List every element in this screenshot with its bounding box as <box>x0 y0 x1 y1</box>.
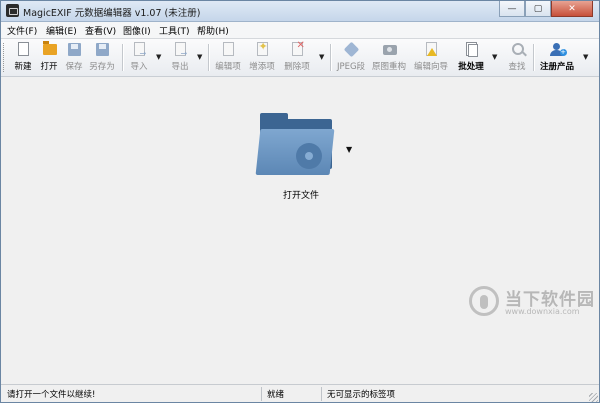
edit-item-icon <box>221 42 236 58</box>
import-dropdown-icon[interactable]: ▼ <box>156 53 161 61</box>
save-as-button[interactable]: 另存为 <box>87 41 117 73</box>
save-as-icon <box>95 42 110 58</box>
export-icon: → <box>173 42 188 58</box>
register-dropdown-icon[interactable]: ▼ <box>583 53 588 61</box>
import-button-label: 导入 <box>130 62 148 72</box>
import-icon: → <box>132 42 147 58</box>
menu-tools[interactable]: 工具(T) <box>159 24 190 37</box>
disc-icon <box>296 143 322 169</box>
batch-button[interactable]: 批处理 <box>456 41 486 73</box>
delete-item-button[interactable]: ✕ 删除项 <box>282 40 312 73</box>
minimize-button[interactable]: — <box>499 1 525 17</box>
maximize-button[interactable]: ▢ <box>525 1 551 17</box>
watermark-logo-icon <box>469 286 499 316</box>
folder-open-icon <box>42 41 57 58</box>
wizard-warning-icon <box>424 42 439 58</box>
window-title: MagicEXIF 元数据编辑器 v1.07 (未注册) <box>23 8 201 19</box>
rebuild-original-button[interactable]: 原图重构 <box>371 41 407 73</box>
add-item-button[interactable]: ✦ 增添项 <box>247 40 277 73</box>
open-button[interactable]: 打开 <box>38 41 60 73</box>
batch-dropdown-icon[interactable]: ▼ <box>492 53 497 61</box>
watermark: 当下软件园 www.downxia.com <box>467 284 599 324</box>
toolbar-separator <box>122 44 124 71</box>
window-controls: — ▢ ✕ <box>499 1 593 18</box>
app-window: MagicEXIF 元数据编辑器 v1.07 (未注册) — ▢ ✕ 文件(F)… <box>0 0 600 403</box>
app-icon <box>6 4 19 17</box>
batch-button-label: 批处理 <box>458 62 484 72</box>
delete-dropdown-icon[interactable]: ▼ <box>319 53 324 61</box>
new-button-label: 新建 <box>14 62 32 72</box>
toolbar: 新建 打开 保存 另存为 → 导入 ▼ → 导出 ▼ 编辑项 ✦ 增添项 ✕ 删… <box>1 39 599 77</box>
export-dropdown-icon[interactable]: ▼ <box>197 53 202 61</box>
resize-grip-icon[interactable] <box>589 393 598 402</box>
add-item-icon: ✦ <box>255 40 270 58</box>
find-button[interactable]: 查找 <box>506 41 528 73</box>
tag-icon <box>343 41 359 58</box>
camera-icon <box>382 42 397 58</box>
status-tags: 无可显示的标签项 <box>327 390 396 400</box>
status-separator <box>261 387 262 401</box>
menu-image[interactable]: 图像(I) <box>123 24 151 37</box>
menu-edit[interactable]: 编辑(E) <box>46 24 77 37</box>
delete-item-button-label: 删除项 <box>284 62 310 72</box>
menu-view[interactable]: 查看(V) <box>85 24 116 37</box>
status-separator <box>321 387 322 401</box>
toolbar-separator <box>330 44 332 71</box>
title-bar[interactable]: MagicEXIF 元数据编辑器 v1.07 (未注册) — ▢ ✕ <box>1 1 599 22</box>
open-file-label[interactable]: 打开文件 <box>263 188 339 201</box>
export-button-label: 导出 <box>171 62 189 72</box>
import-button[interactable]: → 导入 <box>128 41 150 73</box>
open-button-label: 打开 <box>40 62 58 72</box>
watermark-url: www.downxia.com <box>505 307 580 316</box>
status-bar: 请打开一个文件以继续! 就绪 无可显示的标签项 <box>1 384 599 402</box>
save-button[interactable]: 保存 <box>63 41 85 73</box>
edit-wizard-button-label: 编辑向导 <box>413 62 448 72</box>
save-icon <box>67 42 82 58</box>
save-button-label: 保存 <box>65 62 83 72</box>
register-button[interactable]: + 注册产品 <box>537 41 577 73</box>
register-button-label: 注册产品 <box>539 62 574 72</box>
export-button[interactable]: → 导出 <box>169 41 191 73</box>
add-item-button-label: 增添项 <box>249 62 275 72</box>
edit-item-button-label: 编辑项 <box>215 62 241 72</box>
menu-help[interactable]: 帮助(H) <box>197 24 229 37</box>
find-button-label: 查找 <box>508 62 526 72</box>
folder-disc-icon <box>255 129 335 175</box>
status-state: 就绪 <box>267 390 285 400</box>
toolbar-separator <box>208 44 210 71</box>
status-hint: 请打开一个文件以继续! <box>7 390 96 400</box>
open-file-button[interactable] <box>255 113 338 175</box>
menu-bar: 文件(F) 编辑(E) 查看(V) 图像(I) 工具(T) 帮助(H) <box>1 22 599 39</box>
toolbar-separator <box>533 44 535 71</box>
batch-documents-icon <box>464 42 479 58</box>
jpeg-segment-button[interactable]: JPEG段 <box>335 41 367 73</box>
open-file-dropdown-icon[interactable]: ▼ <box>346 145 352 154</box>
new-document-icon <box>16 42 31 58</box>
jpeg-segment-button-label: JPEG段 <box>336 62 366 72</box>
delete-item-icon: ✕ <box>290 40 305 58</box>
rebuild-original-button-label: 原图重构 <box>371 62 406 72</box>
add-user-icon: + <box>549 42 567 58</box>
menu-file[interactable]: 文件(F) <box>7 24 37 37</box>
edit-wizard-button[interactable]: 编辑向导 <box>412 41 450 73</box>
edit-item-button[interactable]: 编辑项 <box>213 41 243 73</box>
toolbar-grip[interactable] <box>3 43 7 72</box>
new-button[interactable]: 新建 <box>12 41 34 73</box>
search-icon <box>510 42 525 58</box>
close-button[interactable]: ✕ <box>551 1 593 17</box>
save-as-button-label: 另存为 <box>89 62 115 72</box>
